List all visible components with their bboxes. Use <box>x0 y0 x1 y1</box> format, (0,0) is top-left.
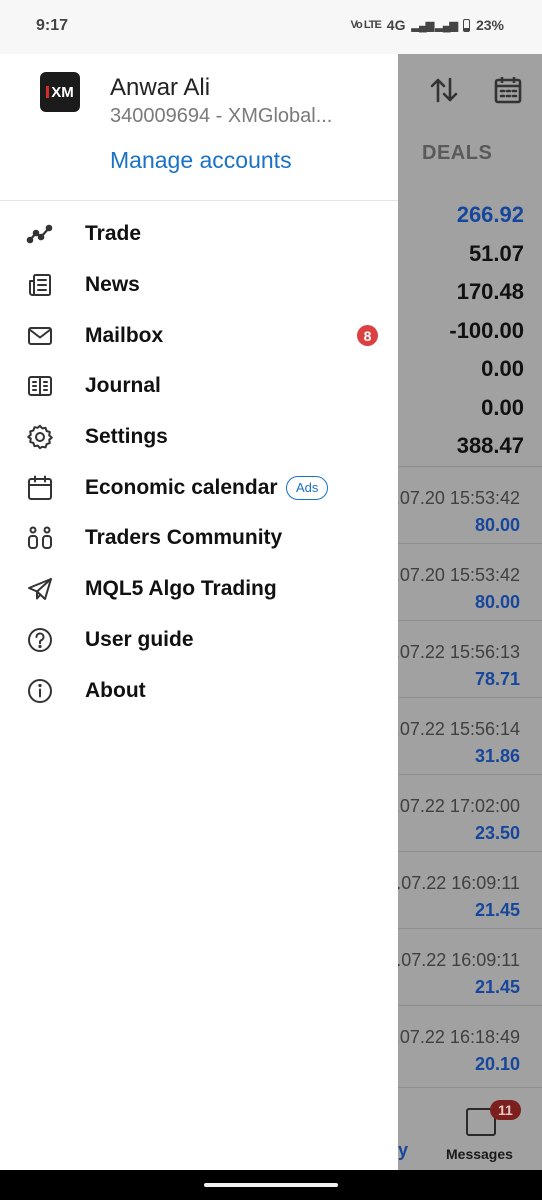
deal-row[interactable]: 5.07.22 16:09:11 21.45 <box>398 928 542 1005</box>
deal-row[interactable]: 5.07.22 15:56:14 31.86 <box>398 697 542 774</box>
journal-icon <box>26 372 54 400</box>
total-value: 266.92 <box>456 202 524 227</box>
manage-accounts-link[interactable]: Manage accounts <box>110 147 292 174</box>
menu-item-trade[interactable]: Trade <box>0 209 398 260</box>
signal-icon: ▂▄▆ ▂▄▆ <box>411 19 457 32</box>
deal-time: 5.07.22 15:56:14 <box>398 719 520 739</box>
account-number: 340009694 - XMGlobal... <box>110 105 333 127</box>
community-icon <box>26 524 54 552</box>
deal-amount: 78.71 <box>474 669 520 689</box>
volte-icon: Vo LTE <box>350 19 382 31</box>
home-gesture-handle[interactable] <box>204 1183 338 1187</box>
network-type: 4G <box>386 17 406 33</box>
menu-label: Journal <box>85 374 161 398</box>
calendar-grid-icon <box>494 77 522 104</box>
menu-label: MQL5 Algo Trading <box>85 577 277 601</box>
menu-label: Mailbox <box>85 323 164 347</box>
chart-line-icon <box>26 220 54 248</box>
menu-label: User guide <box>85 627 194 651</box>
account-header: XM Anwar Ali 340009694 - XMGlobal... Man… <box>0 54 398 201</box>
menu-label: About <box>85 678 146 702</box>
info-icon <box>26 677 54 705</box>
status-bar: 9:17 Vo LTE 4G ▂▄▆ ▂▄▆ 23% <box>0 0 542 54</box>
deal-row[interactable]: 5.07.22 17:02:00 23.50 <box>398 774 542 851</box>
total-value: 51.07 <box>468 240 524 266</box>
status-indicators: Vo LTE 4G ▂▄▆ ▂▄▆ 23% <box>351 17 504 33</box>
bg-toolbar <box>428 74 524 106</box>
help-icon <box>26 626 54 654</box>
menu-label: Trade <box>85 222 142 246</box>
messages-label[interactable]: Messages <box>446 1146 513 1162</box>
ads-tag: Ads <box>286 475 329 500</box>
background-app[interactable]: DEALS 266.92 51.07 170.48 -100.00 0.00 0… <box>398 54 542 1170</box>
total-value: 388.47 <box>456 433 524 458</box>
menu-item-about[interactable]: About <box>0 665 398 716</box>
mail-icon <box>26 322 54 350</box>
news-icon <box>26 271 54 299</box>
menu-item-settings[interactable]: Settings <box>0 412 398 463</box>
deal-time: 5.07.22 15:56:13 <box>398 642 520 662</box>
menu-item-news[interactable]: News <box>0 260 398 311</box>
logo-text: XM <box>51 83 74 101</box>
tab-deals[interactable]: DEALS <box>422 142 492 165</box>
system-nav-bar <box>0 1170 542 1200</box>
deal-time: 5.07.22 17:02:00 <box>398 796 520 816</box>
status-time: 9:17 <box>36 17 69 34</box>
deal-row[interactable]: 5.07.22 16:09:11 21.45 <box>398 851 542 928</box>
send-icon <box>26 575 54 603</box>
bg-totals: 266.92 51.07 170.48 -100.00 0.00 0.00 38… <box>449 196 524 466</box>
navigation-drawer: XM Anwar Ali 340009694 - XMGlobal... Man… <box>0 54 398 1170</box>
total-value: -100.00 <box>449 317 524 343</box>
menu-item-mailbox[interactable]: Mailbox 8 <box>0 310 398 361</box>
deal-time: 5.07.22 16:18:49 <box>398 1027 520 1047</box>
battery-percent: 23% <box>475 17 504 33</box>
bottom-nav: y 11 Messages <box>398 1087 542 1170</box>
messages-badge: 11 <box>490 1100 521 1120</box>
history-tab-fragment: y <box>398 1140 409 1160</box>
deal-row[interactable]: 5.07.20 15:53:42 80.00 <box>398 466 542 543</box>
menu-item-economic-calendar[interactable]: Economic calendar Ads <box>0 462 398 513</box>
menu-label: Settings <box>85 425 168 449</box>
menu-item-mql5-algo-trading[interactable]: MQL5 Algo Trading <box>0 564 398 615</box>
deal-amount: 20.10 <box>474 1054 520 1074</box>
menu-item-user-guide[interactable]: User guide <box>0 615 398 666</box>
account-name: Anwar Ali <box>110 74 211 101</box>
mailbox-badge: 8 <box>357 325 378 347</box>
deal-time: 5.07.20 15:53:42 <box>398 565 520 585</box>
calendar-icon <box>26 474 54 502</box>
total-value: 170.48 <box>456 279 524 304</box>
drawer-menu: Trade News Mailbox 8 Journal Settings Ec… <box>0 201 398 716</box>
deal-amount: 31.86 <box>474 746 520 766</box>
deal-amount: 21.45 <box>474 900 520 920</box>
xm-logo: XM <box>40 72 80 112</box>
deal-amount: 23.50 <box>474 823 520 843</box>
menu-item-traders-community[interactable]: Traders Community <box>0 513 398 564</box>
deal-amount: 80.00 <box>474 592 520 612</box>
deal-time: 5.07.22 16:09:11 <box>398 873 520 893</box>
menu-item-journal[interactable]: Journal <box>0 361 398 412</box>
deal-amount: 21.45 <box>474 977 520 997</box>
deal-time: 5.07.20 15:53:42 <box>398 488 520 508</box>
total-value: 0.00 <box>481 356 524 381</box>
gear-icon <box>26 423 54 451</box>
sort-icon <box>430 77 458 103</box>
menu-label: News <box>85 273 140 297</box>
deal-row[interactable]: 5.07.22 16:18:49 20.10 <box>398 1005 542 1082</box>
deals-list: 5.07.20 15:53:42 80.00 5.07.20 15:53:42 … <box>398 466 542 1082</box>
battery-icon <box>462 18 470 32</box>
menu-label: Economic calendar <box>85 475 278 499</box>
deal-row[interactable]: 5.07.22 15:56:13 78.71 <box>398 620 542 697</box>
deal-time: 5.07.22 16:09:11 <box>398 950 520 970</box>
menu-label: Traders Community <box>85 526 283 550</box>
deal-amount: 80.00 <box>474 515 520 535</box>
total-value: 0.00 <box>481 394 524 420</box>
deal-row[interactable]: 5.07.20 15:53:42 80.00 <box>398 543 542 620</box>
